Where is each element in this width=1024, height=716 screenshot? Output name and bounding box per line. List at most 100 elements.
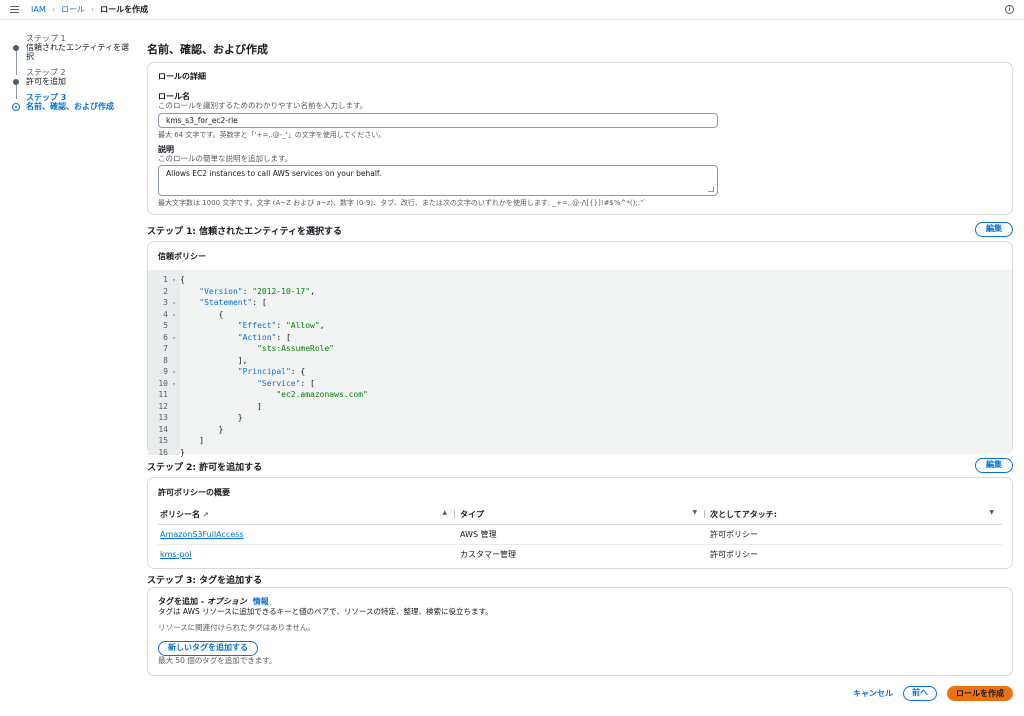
role-name-input[interactable]: kms_s3_for_ec2-rle [158, 113, 718, 128]
policy-attached-as: 許可ポリシー [710, 549, 758, 559]
line-number: 5 [163, 321, 168, 330]
code-text: "Service": [ [257, 378, 315, 388]
code-text: "sts:AssumeRole" [257, 344, 335, 353]
step-label: 信頼されたエンティティを選択 [26, 43, 130, 61]
wizard-step-1[interactable]: ステップ 1 信頼されたエンティティを選択 [12, 34, 137, 75]
code-line: 1 ▾{ [148, 274, 1012, 286]
permissions-table: ポリシー名 ↗ | ▲ タイプ | ▼ 次としてアタッチ: ▼ AmazonS3… [158, 506, 1002, 564]
role-name-label: ロール名 [158, 92, 190, 101]
line-number: 6 [163, 332, 168, 342]
trust-policy-code: 1 ▾{2 "Version": "2012-10-17", 3 ▾ "Stateme… [148, 270, 1012, 457]
line-number: 13 [158, 413, 168, 422]
step-current-icon [12, 103, 20, 111]
no-tags-message: リソースに関連付けられたタグはありません。 [158, 623, 315, 632]
tags-title-text: タグを追加 - [158, 597, 207, 606]
description-textarea[interactable]: Allows EC2 instances to call AWS service… [158, 165, 718, 196]
line-number: 4 [163, 309, 168, 319]
code-text: } [180, 447, 185, 457]
step-number: ステップ 2 [26, 68, 66, 77]
column-label: タイプ [460, 510, 484, 520]
code-line: 5 "Effect": "Allow", [148, 320, 1012, 332]
step-number: ステップ 3 [26, 93, 67, 102]
step-label: 許可を追加 [26, 77, 66, 86]
step3-heading: ステップ 3: タグを追加する [147, 576, 263, 586]
resize-handle-icon[interactable] [708, 186, 714, 192]
line-number: 10 [158, 378, 168, 388]
external-link-icon: ↗ [202, 511, 209, 520]
code-text: "Version": "2012-10-17", [199, 286, 315, 296]
chevron-right-icon: › [51, 5, 55, 14]
tags-title: タグを追加 - オプション 情報 [158, 596, 1002, 607]
code-text: "Statement": [ [199, 298, 267, 307]
step-label: 名前、確認、および作成 [26, 102, 114, 111]
role-name-description: このロールを識別するためのわかりやすい名前を入力します。 [158, 101, 368, 110]
breadcrumb-iam[interactable]: IAM [31, 5, 46, 14]
chevron-right-icon: › [90, 5, 95, 14]
tags-optional: オプション [206, 597, 247, 606]
column-attached-as[interactable]: 次としてアタッチ: ▼ [708, 506, 1002, 525]
description-value: Allows EC2 instances to call AWS service… [166, 169, 382, 178]
column-divider: | [703, 509, 706, 519]
page-title: 名前、確認、および作成 [147, 43, 268, 56]
code-line: 13 } [148, 412, 1012, 424]
policy-type: AWS 管理 [458, 524, 708, 545]
code-line: 14 } [148, 424, 1012, 436]
sort-icon[interactable]: ▼ [989, 509, 994, 516]
wizard-step-2[interactable]: ステップ 2 許可を追加 [12, 68, 137, 99]
description-label: 説明 [158, 145, 174, 154]
info-link[interactable]: 情報 [253, 597, 269, 606]
wizard-step-3[interactable]: ステップ 3 名前、確認、および作成 [12, 93, 137, 111]
footer-actions: キャンセル 前へ ロールを作成 [853, 686, 1013, 701]
column-label: 次としてアタッチ: [710, 510, 777, 520]
line-number: 8 [163, 355, 168, 365]
code-text: ] [180, 436, 205, 445]
column-divider: | [453, 509, 456, 519]
table-row: AmazonS3FullAccess AWS 管理 許可ポリシー [158, 524, 1002, 545]
wizard-steps: ステップ 1 信頼されたエンティティを選択 ステップ 2 許可を追加 ステップ … [12, 34, 137, 118]
role-name-constraint: 最大 64 文字です。英数字と「'+=,.@-_'」の文字を使用してください。 [158, 131, 386, 139]
code-text: } [180, 424, 224, 434]
code-text: { [180, 275, 185, 284]
description-constraint: 最大文字数は 1000 文字です。文字 (A~Z および a~z)、数字 (0-… [158, 199, 647, 207]
code-line: 12 ] [148, 401, 1012, 413]
code-text: ], [180, 355, 248, 365]
step2-heading: ステップ 2: 許可を追加する [147, 463, 263, 473]
code-text: "Effect": "Allow", [237, 321, 325, 330]
column-policy-name[interactable]: ポリシー名 ↗ | ▲ [158, 506, 458, 525]
breadcrumb-roles[interactable]: ロール [61, 4, 85, 15]
add-tag-button[interactable]: 新しいタグを追加する [158, 641, 258, 656]
step2-edit-button[interactable]: 編集 [975, 458, 1013, 473]
menu-icon[interactable] [10, 6, 19, 13]
column-label: ポリシー名 [160, 510, 200, 520]
code-text: { [180, 309, 224, 319]
sort-icon[interactable]: ▼ [692, 509, 697, 516]
step1-heading: ステップ 1: 信頼されたエンティティを選択する [147, 227, 343, 237]
code-line: 15 ] [148, 435, 1012, 447]
policy-link[interactable]: kms-pol [160, 550, 192, 559]
code-line: 11 "ec2.amazonaws.com" [148, 389, 1012, 401]
line-number: 12 [158, 401, 168, 411]
panel-title: 信頼ポリシー [158, 252, 206, 261]
back-button[interactable]: 前へ [903, 686, 937, 701]
sort-ascending-icon[interactable]: ▲ [442, 509, 447, 516]
column-type[interactable]: タイプ | ▼ [458, 506, 708, 525]
step-number: ステップ 1 [26, 34, 66, 43]
cancel-button[interactable]: キャンセル [853, 688, 893, 699]
line-number: 14 [158, 424, 168, 434]
trust-policy-panel: 信頼ポリシー 1 ▾{2 "Version": "2012-10-17", 3 ▾ "… [147, 241, 1013, 457]
panel-title: 許可ポリシーの概要 [158, 488, 230, 497]
create-role-button[interactable]: ロールを作成 [947, 686, 1013, 701]
policy-link[interactable]: AmazonS3FullAccess [160, 530, 244, 539]
panel-title: ロールの詳細 [158, 72, 206, 81]
code-line: 8 ], [148, 355, 1012, 367]
permissions-panel: 許可ポリシーの概要 ポリシー名 ↗ | ▲ タイプ | ▼ 次としてアタッチ: … [147, 477, 1013, 569]
code-line: 9 ▾ "Principal": { [148, 366, 1012, 378]
line-number: 16 [158, 447, 168, 457]
line-number: 15 [158, 436, 168, 445]
code-line: 4 ▾ { [148, 309, 1012, 321]
line-number: 1 [163, 275, 168, 284]
line-number: 11 [158, 390, 168, 399]
info-icon[interactable]: i [1005, 5, 1014, 14]
step1-edit-button[interactable]: 編集 [975, 222, 1013, 237]
top-bar: IAM › ロール › ロールを作成 i [0, 0, 1024, 20]
